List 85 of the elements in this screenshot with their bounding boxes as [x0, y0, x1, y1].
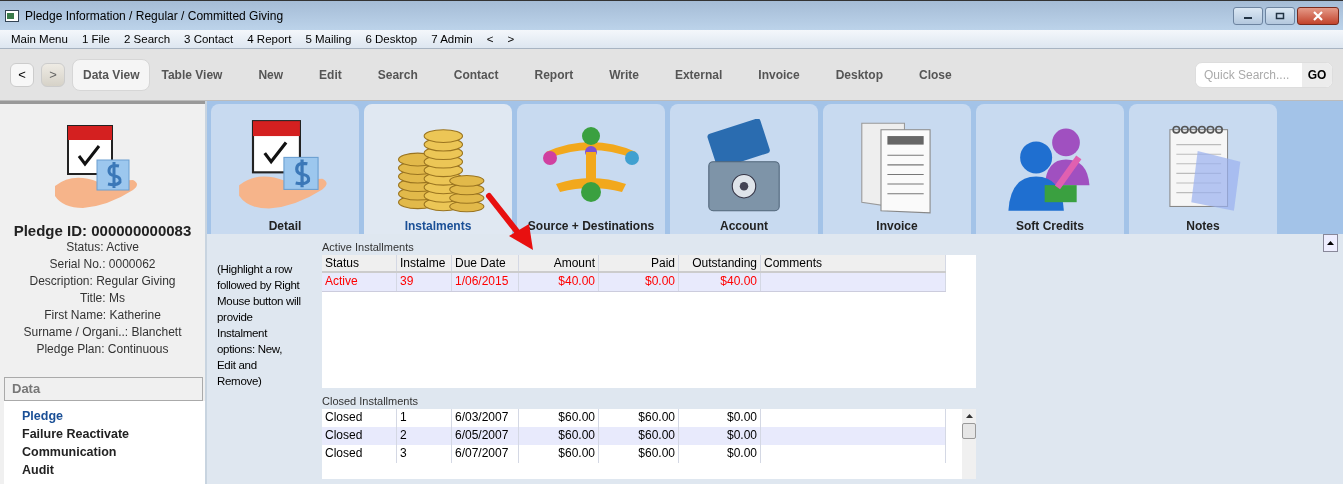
menu-item[interactable]: > [507, 33, 515, 45]
menu-item[interactable]: 6 Desktop [365, 33, 418, 45]
toolbar-button[interactable]: Write [598, 58, 650, 91]
scroll-up-icon [1326, 240, 1335, 246]
detail-text: Surname / Organi..: Blanchett [23, 324, 182, 341]
sidebar-item[interactable]: Pledge [22, 407, 205, 425]
table-cell: $60.00 [599, 445, 679, 463]
toolbar-button[interactable]: Data View [72, 58, 151, 91]
menu-item[interactable]: 7 Admin [431, 33, 473, 45]
column-header[interactable]: Paid [599, 255, 679, 271]
maximize-button[interactable] [1265, 6, 1295, 25]
go-button[interactable]: GO [1302, 62, 1332, 87]
column-header[interactable]: Amount [519, 255, 599, 271]
table-cell: $60.00 [519, 427, 599, 445]
menu-item[interactable]: Main Menu [11, 33, 68, 45]
table-cell: $0.00 [679, 427, 761, 445]
table-cell: $40.00 [519, 273, 599, 291]
column-header[interactable]: Instalme [397, 255, 452, 271]
tab[interactable]: Detail [211, 104, 359, 234]
table-cell: Active [322, 273, 397, 291]
toolbar-button[interactable]: New [247, 58, 295, 91]
hint-text: (Highlight a row followed by Right Mouse button will provide Instalment options: New, Edit and Remove) [217, 262, 301, 389]
toolbar-button[interactable]: Search [366, 58, 429, 91]
page-scrollbar[interactable] [1323, 234, 1338, 252]
table-cell: $0.00 [679, 445, 761, 463]
table-cell: $60.00 [519, 445, 599, 463]
table-cell: 39 [397, 273, 452, 291]
tab[interactable]: Account [670, 104, 818, 234]
maximize-icon [1275, 11, 1285, 20]
section-header: Data [4, 377, 203, 401]
table-cell: 6/05/2007 [452, 427, 519, 445]
tab[interactable]: Instalments [364, 104, 512, 234]
menu-item[interactable]: 5 Mailing [305, 33, 352, 45]
column-header[interactable]: Outstanding [679, 255, 761, 271]
window-title: Pledge Information / Regular / Committed Giving [25, 8, 284, 23]
sidebar-item[interactable]: Failure Reactivate [22, 425, 205, 443]
detail-text: Pledge Plan: Continuous [36, 341, 169, 358]
column-header[interactable]: Comments [761, 255, 946, 271]
table-cell: $40.00 [679, 273, 761, 291]
table-cell: $60.00 [599, 427, 679, 445]
tab[interactable]: Soft Credits [976, 104, 1124, 234]
quick-search-field[interactable]: Quick Search.... GO [1195, 61, 1333, 88]
detail-text: Description: Regular Giving [29, 273, 176, 290]
table-cell: 6/07/2007 [452, 445, 519, 463]
scroll-up-icon [964, 413, 974, 419]
menu-item[interactable]: 1 File [81, 33, 110, 45]
column-header[interactable]: Due Date [452, 255, 519, 271]
table-cell: Closed [322, 445, 397, 463]
tab[interactable]: Source + Destinations [517, 104, 665, 234]
scrollbar-thumb[interactable] [962, 423, 976, 439]
detail-text: Status: Active [66, 239, 139, 256]
menu-item[interactable]: < [486, 33, 494, 45]
menu-item[interactable]: 2 Search [124, 33, 171, 45]
detail-text: First Name: Katherine [44, 307, 161, 324]
detail-text: Title: Ms [80, 290, 125, 307]
table-cell: $0.00 [599, 273, 679, 291]
back-button[interactable]: < [10, 62, 34, 87]
sidebar-item[interactable]: Audit [22, 461, 205, 479]
minimize-button[interactable] [1233, 6, 1263, 25]
menu-item[interactable]: 4 Report [247, 33, 292, 45]
pledge-id: Pledge ID: 000000000083 [13, 222, 192, 239]
toolbar-button[interactable]: Close [908, 58, 963, 91]
toolbar-button[interactable]: Edit [308, 58, 353, 91]
close-button[interactable] [1297, 6, 1339, 25]
table-cell: 3 [397, 445, 452, 463]
close-icon [1312, 10, 1324, 21]
table-title: Closed Installments [322, 394, 419, 409]
detail-text: Serial No.: 0000062 [49, 256, 156, 273]
menu-item[interactable]: 3 Contact [184, 33, 234, 45]
scrollbar[interactable] [962, 409, 976, 479]
tab[interactable]: Invoice [823, 104, 971, 234]
tab[interactable]: Notes [1129, 104, 1277, 234]
column-header[interactable]: Status [322, 255, 397, 271]
toolbar-button[interactable]: Report [523, 58, 585, 91]
table-title: Active Installments [322, 240, 415, 255]
table-cell: 2 [397, 427, 452, 445]
toolbar-button[interactable]: External [663, 58, 734, 91]
table-cell: 1/06/2015 [452, 273, 519, 291]
toolbar-button[interactable]: Desktop [824, 58, 894, 91]
app-icon [5, 9, 19, 22]
toolbar-button[interactable]: Contact [442, 58, 510, 91]
table-cell: Closed [322, 427, 397, 445]
sidebar-item[interactable]: Communication [22, 443, 205, 461]
toolbar-button[interactable]: Table View [150, 58, 234, 91]
toolbar-button[interactable]: Invoice [747, 58, 811, 91]
